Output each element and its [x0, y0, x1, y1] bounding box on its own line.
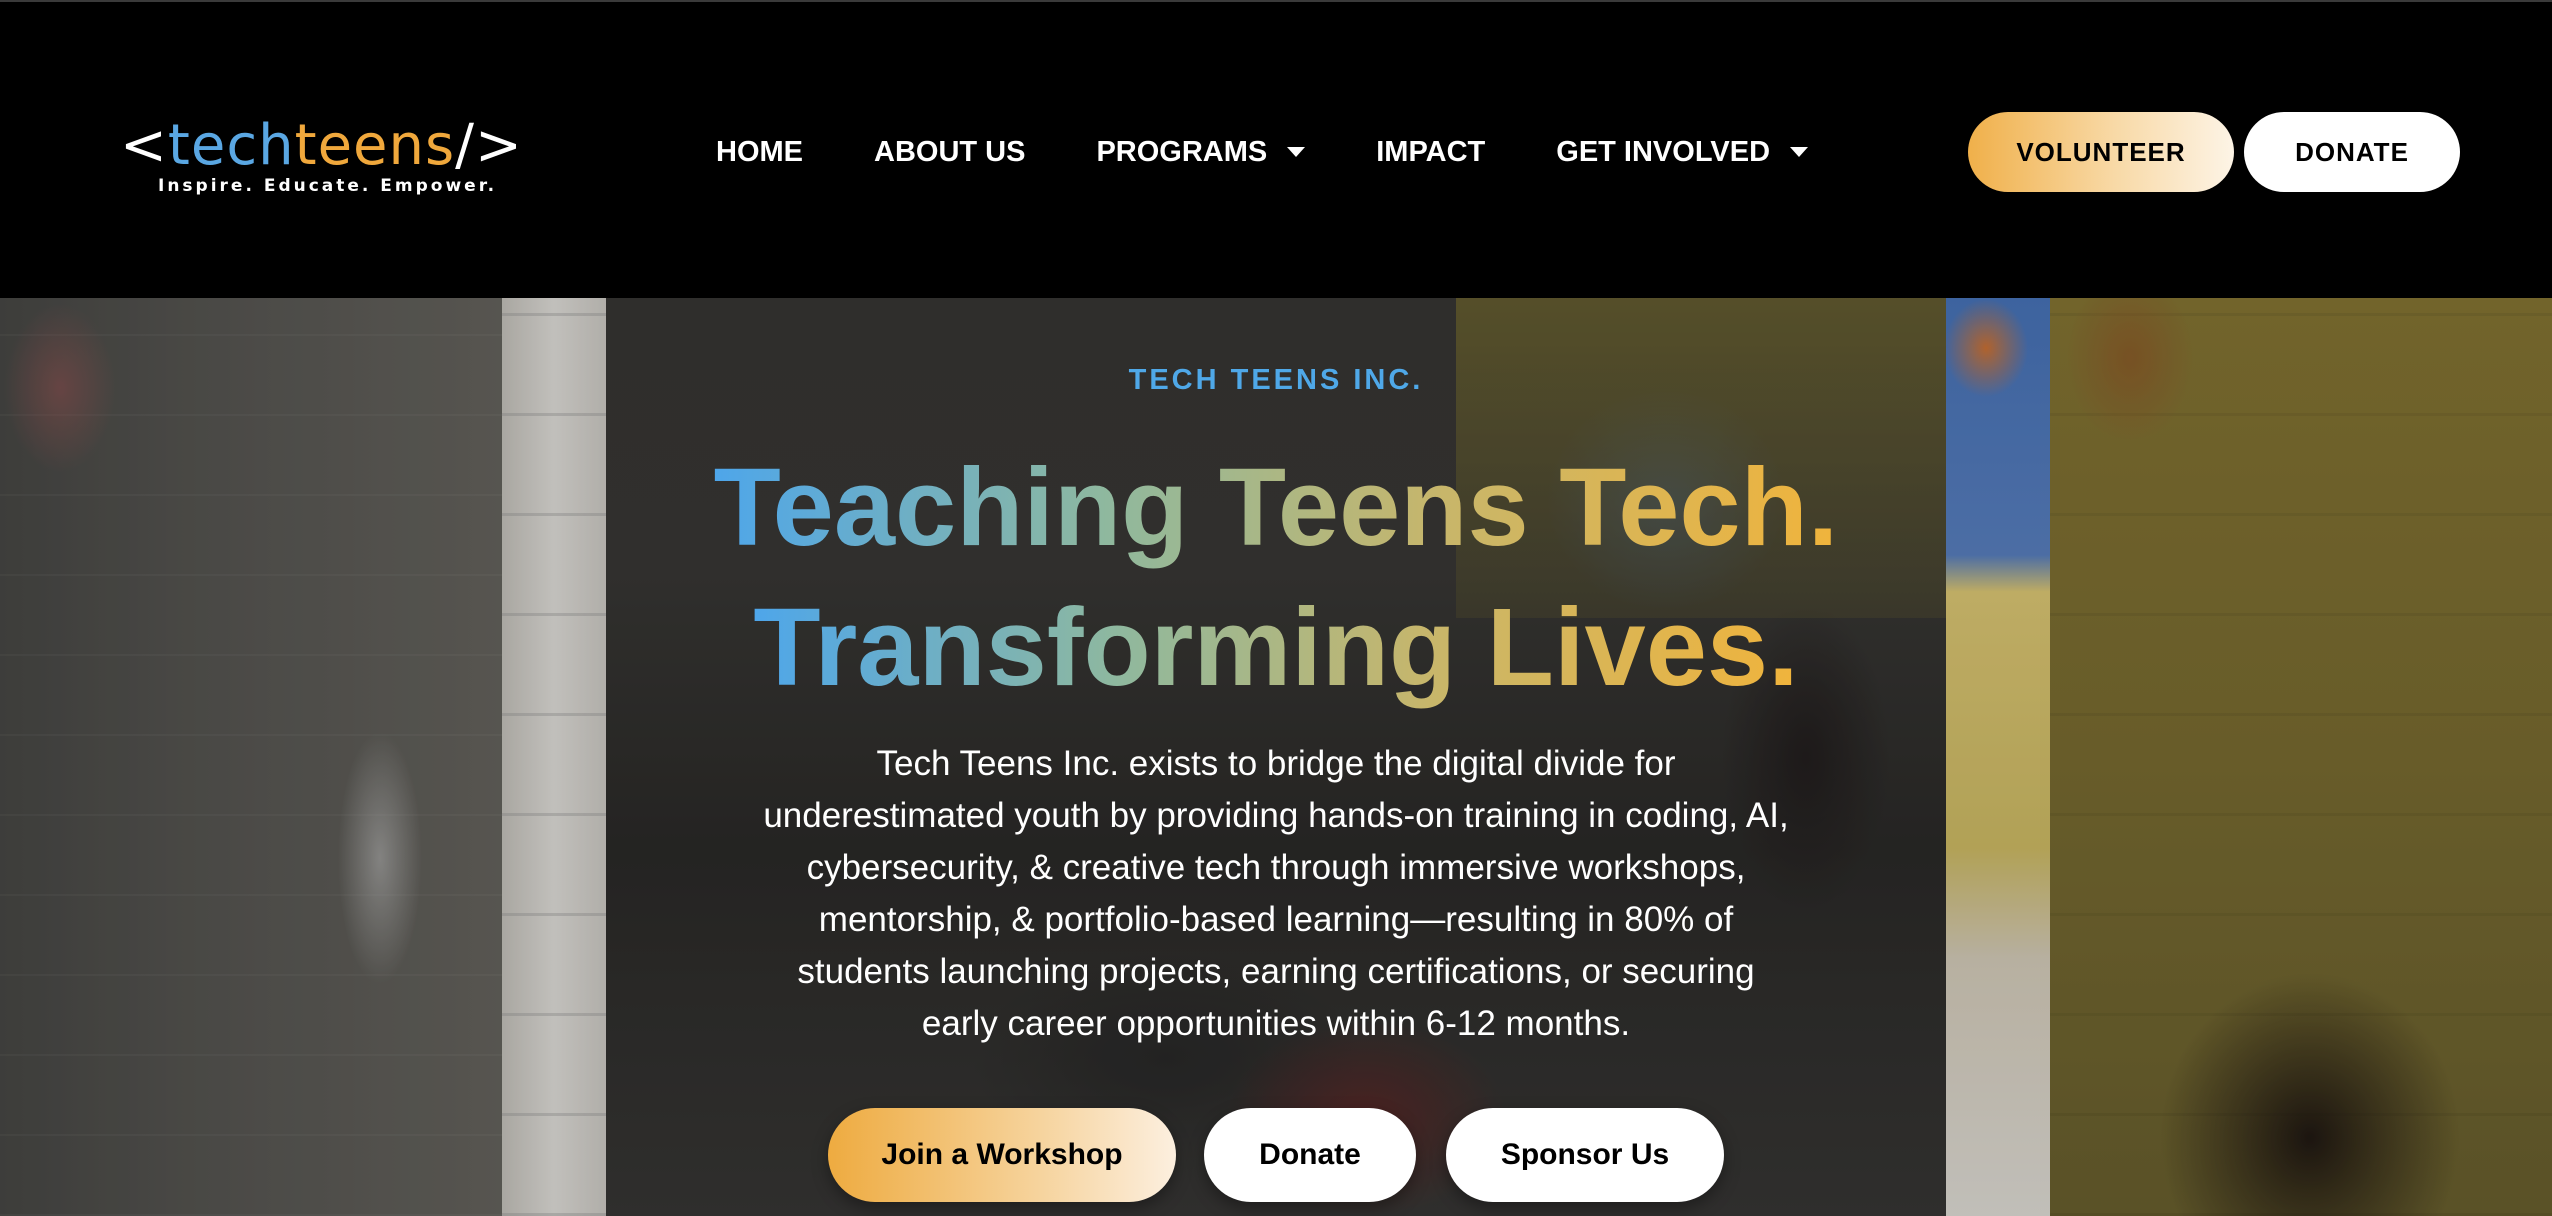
hero-description: Tech Teens Inc. exists to bridge the dig… [763, 744, 1789, 1043]
nav-about-us-label: ABOUT US [874, 135, 1026, 168]
nav-get-involved-label: GET INVOLVED [1556, 135, 1771, 168]
logo-tagline: Inspire. Educate. Empower. [158, 176, 498, 196]
nav-home-label: HOME [716, 135, 803, 168]
donate-header-button[interactable]: DONATE [2244, 112, 2460, 192]
nav-get-involved[interactable]: GET INVOLVED [1556, 130, 1809, 174]
join-workshop-button[interactable]: Join a Workshop [828, 1108, 1176, 1202]
hero-eyebrow: TECH TEENS INC. [1128, 364, 1424, 396]
hero-headline-line2: Transforming Lives. [753, 586, 1799, 709]
nav-home[interactable]: HOME [716, 130, 803, 174]
nav-about-us[interactable]: ABOUT US [874, 130, 1025, 174]
nav-impact[interactable]: IMPACT [1376, 130, 1485, 174]
nav-programs-label: PROGRAMS [1096, 135, 1268, 168]
chevron-down-icon [1287, 147, 1306, 157]
site-header: <techteens/> Inspire. Educate. Empower. … [0, 0, 2552, 298]
nav-programs[interactable]: PROGRAMS [1096, 130, 1306, 174]
site-logo[interactable]: <techteens/> Inspire. Educate. Empower. [120, 114, 522, 204]
chevron-down-icon [1790, 147, 1809, 157]
hero-headline-line1: Teaching Teens Tech. [713, 446, 1839, 569]
sponsor-us-button[interactable]: Sponsor Us [1446, 1108, 1724, 1202]
volunteer-button[interactable]: VOLUNTEER [1968, 112, 2234, 192]
nav-impact-label: IMPACT [1376, 135, 1486, 168]
hero-headline: Teaching Teens Tech. Transforming Lives. [276, 438, 2276, 718]
main-nav: HOME ABOUT US PROGRAMS IMPACT GET INVOLV… [716, 130, 1809, 174]
logo-wordmark: <techteens/> [120, 113, 523, 178]
donate-hero-button[interactable]: Donate [1204, 1108, 1416, 1202]
hero-section: TECH TEENS INC. Teaching Teens Tech. Tra… [0, 298, 2552, 1216]
